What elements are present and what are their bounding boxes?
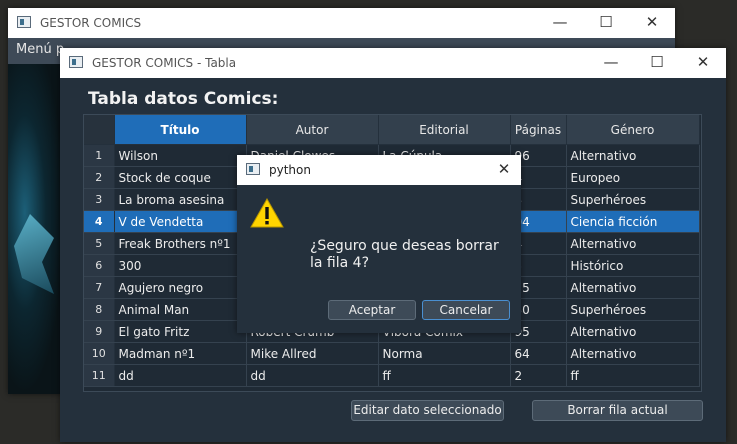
- cell-titulo[interactable]: dd: [114, 364, 247, 387]
- column-header-editorial[interactable]: Editorial: [378, 115, 511, 145]
- cell-titulo[interactable]: El gato Fritz: [114, 320, 247, 343]
- cell-genero[interactable]: Histórico: [566, 254, 700, 277]
- cell-titulo[interactable]: Madman nº1: [114, 342, 247, 365]
- dialog-message-line2: la fila 4?: [310, 255, 369, 271]
- column-header-autor[interactable]: Autor: [246, 115, 379, 145]
- cell-paginas[interactable]: 2: [510, 364, 567, 387]
- dialog-message: ¿Seguro que deseas borrar la fila 4?: [310, 238, 515, 272]
- row-number[interactable]: 5: [84, 232, 115, 255]
- cell-autor[interactable]: dd: [246, 364, 379, 387]
- cell-titulo[interactable]: La broma asesina: [114, 188, 247, 211]
- close-button[interactable]: ✕: [680, 48, 726, 78]
- column-header-paginas[interactable]: Páginas: [510, 115, 567, 145]
- row-number[interactable]: 8: [84, 298, 115, 321]
- cell-genero[interactable]: ff: [566, 364, 700, 387]
- cell-titulo[interactable]: V de Vendetta: [114, 210, 247, 233]
- table-heading: Tabla datos Comics:: [88, 89, 279, 109]
- row-number[interactable]: 2: [84, 166, 115, 189]
- cell-genero[interactable]: Alternativo: [566, 342, 700, 365]
- dialog-title: python: [269, 163, 311, 177]
- minimize-button[interactable]: —: [537, 8, 583, 38]
- background-artwork: [8, 64, 64, 394]
- cell-genero[interactable]: Superhéroes: [566, 188, 700, 211]
- cell-paginas[interactable]: 64: [510, 342, 567, 365]
- table-window-titlebar[interactable]: GESTOR COMICS - Tabla — ☐ ✕: [60, 48, 726, 78]
- accept-button[interactable]: Aceptar: [328, 300, 416, 320]
- row-number[interactable]: 4: [84, 210, 115, 233]
- main-window-titlebar[interactable]: GESTOR COMICS — ☐ ✕: [8, 8, 675, 38]
- cell-genero[interactable]: Alternativo: [566, 144, 700, 167]
- cell-titulo[interactable]: Freak Brothers nº1: [114, 232, 247, 255]
- cell-autor[interactable]: Mike Allred: [246, 342, 379, 365]
- row-number[interactable]: 10: [84, 342, 115, 365]
- column-header-titulo[interactable]: Título: [114, 115, 247, 145]
- cell-editorial[interactable]: ff: [378, 364, 511, 387]
- cell-titulo[interactable]: Wilson: [114, 144, 247, 167]
- edit-selected-button[interactable]: Editar dato seleccionado: [351, 400, 504, 421]
- dialog-message-line1: ¿Seguro que deseas borrar: [310, 238, 499, 254]
- app-icon: [17, 16, 31, 28]
- column-header-genero[interactable]: Género: [566, 115, 700, 145]
- python-icon: [246, 163, 260, 175]
- cell-genero[interactable]: Alternativo: [566, 320, 700, 343]
- cell-genero[interactable]: Superhéroes: [566, 298, 700, 321]
- row-number[interactable]: 9: [84, 320, 115, 343]
- cell-titulo[interactable]: Animal Man: [114, 298, 247, 321]
- row-number[interactable]: 1: [84, 144, 115, 167]
- row-number[interactable]: 11: [84, 364, 115, 387]
- cell-genero[interactable]: Alternativo: [566, 276, 700, 299]
- cell-titulo[interactable]: 300: [114, 254, 247, 277]
- table-row[interactable]: 11 dd dd ff 2 ff: [84, 364, 700, 387]
- dialog-titlebar[interactable]: python ✕: [237, 155, 521, 185]
- menu-item-main[interactable]: Menú p: [16, 42, 64, 57]
- cell-titulo[interactable]: Stock de coque: [114, 166, 247, 189]
- row-number[interactable]: 3: [84, 188, 115, 211]
- maximize-button[interactable]: ☐: [583, 8, 629, 38]
- table-window-title: GESTOR COMICS - Tabla: [92, 56, 237, 70]
- minimize-button[interactable]: —: [588, 48, 634, 78]
- cell-editorial[interactable]: Norma: [378, 342, 511, 365]
- cell-genero[interactable]: Ciencia ficción: [566, 210, 700, 233]
- main-window-title: GESTOR COMICS: [40, 16, 142, 30]
- table-corner[interactable]: [84, 115, 115, 145]
- row-number[interactable]: 6: [84, 254, 115, 277]
- table-row[interactable]: 10 Madman nº1 Mike Allred Norma 64 Alternativ…: [84, 342, 700, 365]
- dialog-close-button[interactable]: ✕: [487, 155, 521, 185]
- cell-titulo[interactable]: Agujero negro: [114, 276, 247, 299]
- cell-genero[interactable]: Europeo: [566, 166, 700, 189]
- warning-icon: [250, 198, 284, 228]
- row-number[interactable]: 7: [84, 276, 115, 299]
- maximize-button[interactable]: ☐: [634, 48, 680, 78]
- close-button[interactable]: ✕: [629, 8, 675, 38]
- cell-genero[interactable]: Alternativo: [566, 232, 700, 255]
- delete-row-button[interactable]: Borrar fila actual: [532, 400, 703, 421]
- cancel-button[interactable]: Cancelar: [422, 300, 510, 320]
- app-icon: [69, 56, 83, 68]
